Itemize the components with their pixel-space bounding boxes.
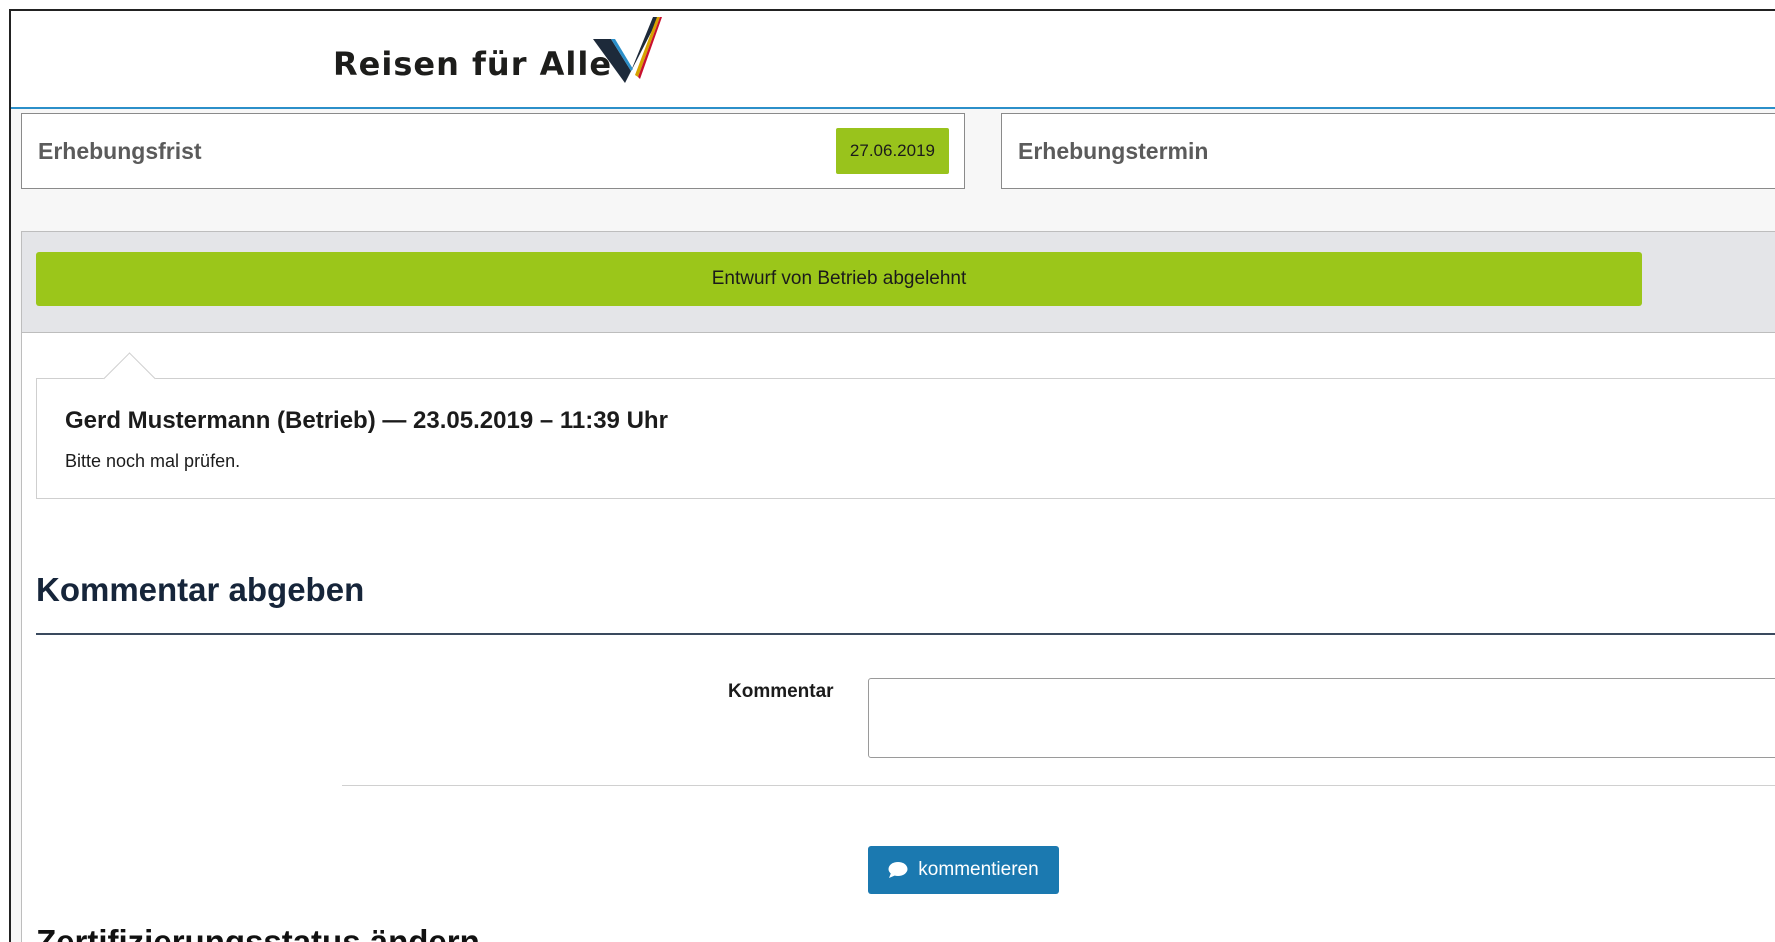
appointment-box: Erhebungstermin <box>1001 113 1775 189</box>
comment-caret <box>103 352 156 405</box>
app-frame: Reisen für Alle Erhebungsfrist 27.06.201… <box>9 9 1775 942</box>
form-divider <box>342 785 1775 786</box>
section-divider <box>36 633 1775 635</box>
comment-text: Bitte noch mal prüfen. <box>65 451 241 471</box>
logo-check-icon <box>593 17 662 83</box>
status-panel: Entwurf von Betrieb abgelehnt <box>21 231 1775 333</box>
comment-submit-label: kommentieren <box>918 859 1039 880</box>
site-header: Reisen für Alle <box>11 11 1775 109</box>
comment-card: Gerd Mustermann (Betrieb) — 23.05.2019 –… <box>36 352 1775 499</box>
deadline-box: Erhebungsfrist 27.06.2019 <box>21 113 965 189</box>
comment-textarea[interactable] <box>868 678 1775 758</box>
status-change-section-title: Zertifizierungsstatus ändern <box>36 923 480 942</box>
comment-submit-button[interactable]: kommentieren <box>868 846 1059 894</box>
deadline-label: Erhebungsfrist <box>38 138 202 164</box>
deadline-date-badge: 27.06.2019 <box>835 128 949 174</box>
speech-bubble-icon <box>888 862 908 878</box>
comment-section-title: Kommentar abgeben <box>36 571 365 608</box>
comment-author-line: Gerd Mustermann (Betrieb) — 23.05.2019 –… <box>65 407 668 434</box>
main-content: Gerd Mustermann (Betrieb) — 23.05.2019 –… <box>21 333 1775 942</box>
logo-text: Reisen für Alle <box>333 45 613 83</box>
status-progress-bar: Entwurf von Betrieb abgelehnt <box>36 252 1642 306</box>
comment-field-label: Kommentar <box>728 681 834 702</box>
appointment-label: Erhebungstermin <box>1018 138 1209 164</box>
